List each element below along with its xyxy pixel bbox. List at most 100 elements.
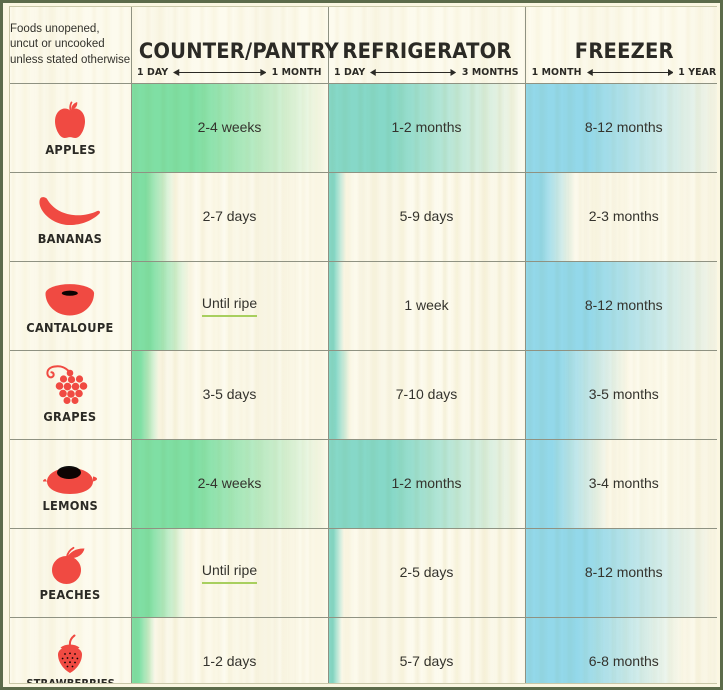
column-title-counter-pantry: COUNTER/PANTRY: [138, 38, 339, 63]
fruit-name-label: LEMONS: [42, 499, 99, 513]
fruit-name-label: APPLES: [44, 143, 96, 157]
strawberry-icon: [51, 634, 89, 676]
duration-bar: [328, 529, 345, 617]
double-arrow-icon: [172, 68, 267, 77]
row-label-cell-peaches: PEACHES: [10, 528, 132, 618]
column-header-refrigerator: REFRIGERATOR 1 DAY 3 MONTHS: [328, 7, 526, 84]
lemon-icon: [42, 455, 98, 497]
row-label-cell-bananas: BANANAS: [10, 172, 132, 262]
cell-value: 7-10 days: [395, 386, 458, 402]
scale-min-label-freezer: 1 MONTH: [531, 67, 582, 78]
cell-value: 1-2 months: [391, 475, 462, 491]
cell-value: 5-7 days: [399, 653, 454, 669]
duration-bar: [131, 618, 156, 683]
cell-lemons-counter-pantry: 2-4 weeks: [131, 439, 329, 529]
cell-value: 2-5 days: [399, 564, 454, 580]
row-label-cell-grapes: GRAPES: [10, 350, 132, 440]
cell-value: Until ripe: [201, 295, 258, 317]
storage-table: Foods unopened, uncut or uncooked unless…: [10, 7, 717, 684]
duration-bar: [131, 529, 187, 617]
duration-bar: [525, 618, 683, 683]
fruit-name-label: GRAPES: [43, 410, 97, 424]
cell-value: 1 week: [404, 297, 449, 313]
row-label-cell-lemons: LEMONS: [10, 439, 132, 529]
scale-freezer: 1 MONTH 1 YEAR: [530, 67, 718, 78]
cell-wood-texture: [328, 618, 524, 683]
duration-bar: [328, 618, 343, 683]
cell-peaches-counter-pantry: Until ripe: [131, 528, 329, 618]
row-label-cell-strawberries: STRAWBERRIES: [10, 617, 132, 684]
scale-max-label-counter-pantry: 1 MONTH: [271, 67, 322, 78]
cell-value: 3-5 days: [202, 386, 257, 402]
cell-apples-counter-pantry: 2-4 weeks: [131, 83, 329, 173]
column-title-refrigerator: REFRIGERATOR: [341, 38, 512, 63]
banana-icon: [37, 188, 103, 230]
cell-strawberries-counter-pantry: 1-2 days: [131, 617, 329, 683]
fruit-name-label: BANANAS: [38, 232, 103, 246]
duration-bar: [131, 173, 175, 261]
scale-min-label-counter-pantry: 1 DAY: [136, 67, 168, 78]
cell-value: 8-12 months: [584, 564, 663, 580]
scale-max-label-refrigerator: 3 MONTHS: [461, 67, 519, 78]
table-row: STRAWBERRIES 1-2 days 5-7 days 6-8 months: [10, 617, 717, 684]
grapes-icon: [41, 365, 99, 408]
cell-peaches-freezer: 8-12 months: [525, 528, 717, 618]
fruit-name-label: PEACHES: [39, 588, 101, 602]
cell-grapes-freezer: 3-5 months: [525, 350, 717, 440]
cell-apples-freezer: 8-12 months: [525, 83, 717, 173]
duration-bar: [131, 262, 191, 350]
cell-lemons-freezer: 3-4 months: [525, 439, 717, 529]
table-row: LEMONS 2-4 weeks 1-2 months 3-4 months: [10, 439, 717, 529]
table-row: PEACHES Until ripe 2-5 days 8-12 months: [10, 528, 717, 618]
cell-apples-refrigerator: 1-2 months: [328, 83, 526, 173]
column-title-freezer: FREEZER: [574, 38, 674, 63]
cell-peaches-refrigerator: 2-5 days: [328, 528, 526, 618]
cell-wood-texture: [131, 618, 327, 683]
cell-grapes-refrigerator: 7-10 days: [328, 350, 526, 440]
column-header-counter-pantry: COUNTER/PANTRY 1 DAY 1 MONTH: [131, 7, 339, 84]
double-arrow-icon: [586, 68, 674, 77]
table-row: CANTALOUPE Until ripe 1 week 8-12 months: [10, 261, 717, 351]
double-arrow-icon: [369, 68, 457, 77]
scale-counter-pantry: 1 DAY 1 MONTH: [136, 67, 324, 78]
duration-bar: [131, 351, 159, 439]
table-header: Foods unopened, uncut or uncooked unless…: [10, 7, 717, 84]
scale-min-label-refrigerator: 1 DAY: [333, 67, 365, 78]
duration-bar: [328, 173, 347, 261]
cell-lemons-refrigerator: 1-2 months: [328, 439, 526, 529]
apple-icon: [50, 99, 90, 141]
cell-value: 1-2 months: [391, 119, 462, 135]
cell-bananas-freezer: 2-3 months: [525, 172, 717, 262]
table-row: APPLES 2-4 weeks 1-2 months 8-12 months: [10, 83, 717, 173]
cell-value: 2-4 weeks: [197, 119, 262, 135]
intro-note-cell: Foods unopened, uncut or uncooked unless…: [10, 7, 132, 84]
food-storage-chart: Foods unopened, uncut or uncooked unless…: [0, 0, 723, 690]
peach-icon: [46, 544, 94, 586]
scale-max-label-freezer: 1 YEAR: [678, 67, 717, 78]
fruit-name-label: STRAWBERRIES: [25, 678, 115, 684]
cell-strawberries-refrigerator: 5-7 days: [328, 617, 526, 683]
cell-cantaloupe-refrigerator: 1 week: [328, 261, 526, 351]
table-row: BANANAS 2-7 days 5-9 days 2-3 months: [10, 172, 717, 262]
column-header-freezer: FREEZER 1 MONTH 1 YEAR: [525, 7, 717, 84]
table-row: GRAPES 3-5 days 7-10 days 3-5 months: [10, 350, 717, 440]
table-body: APPLES 2-4 weeks 1-2 months 8-12 months BANA…: [10, 83, 717, 684]
cell-value: 2-4 weeks: [197, 475, 262, 491]
row-label-cell-apples: APPLES: [10, 83, 132, 173]
intro-note-text: Foods unopened, uncut or uncooked unless…: [10, 23, 131, 66]
scale-refrigerator: 1 DAY 3 MONTHS: [333, 67, 521, 78]
cell-bananas-counter-pantry: 2-7 days: [131, 172, 329, 262]
cell-value: 8-12 months: [584, 297, 663, 313]
cantaloupe-icon: [43, 277, 97, 319]
fruit-name-label: CANTALOUPE: [26, 321, 114, 335]
cell-value: Until ripe: [201, 562, 258, 584]
cell-value: 5-9 days: [399, 208, 454, 224]
cell-value: 8-12 months: [584, 119, 663, 135]
duration-bar: [525, 173, 575, 261]
cell-value: 2-7 days: [202, 208, 257, 224]
cell-value: 1-2 days: [202, 653, 257, 669]
cell-cantaloupe-freezer: 8-12 months: [525, 261, 717, 351]
duration-bar: [328, 351, 351, 439]
chart-inner-frame: Foods unopened, uncut or uncooked unless…: [9, 6, 717, 684]
cell-value: 3-5 months: [588, 386, 659, 402]
